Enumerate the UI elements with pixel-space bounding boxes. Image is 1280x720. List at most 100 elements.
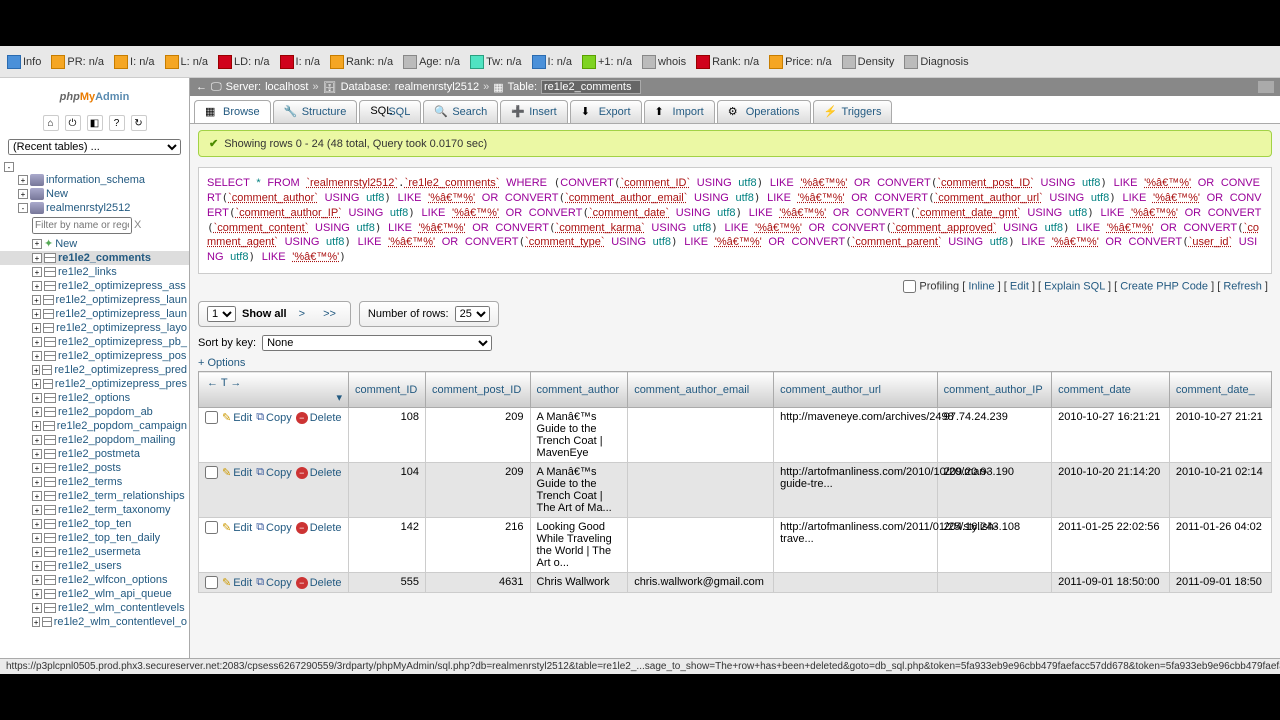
tab-operations[interactable]: ⚙Operations <box>717 100 811 123</box>
seo-item[interactable]: Rank: n/a <box>327 54 396 70</box>
row-layout-toggle[interactable]: ← T → <box>205 375 342 391</box>
action-column-header[interactable]: ← T →▾ <box>199 372 349 408</box>
expander-icon[interactable]: + <box>32 575 42 585</box>
tab-export[interactable]: ⬇Export <box>570 100 642 123</box>
expander-icon[interactable]: + <box>32 589 42 599</box>
sql-query-icon[interactable]: ◧ <box>87 115 103 131</box>
delete-row-button[interactable]: −Delete <box>296 522 342 534</box>
tree-table[interactable]: +re1le2_popdom_mailing <box>0 433 189 447</box>
docs-icon[interactable]: ? <box>109 115 125 131</box>
tree-item-label[interactable]: re1le2_optimizepress_ass <box>58 280 186 292</box>
profiling-checkbox[interactable] <box>903 280 916 293</box>
tree-item-label[interactable]: re1le2_top_ten <box>58 518 131 530</box>
tree-table[interactable]: +re1le2_terms <box>0 475 189 489</box>
tree-item-label[interactable]: re1le2_term_relationships <box>58 490 185 502</box>
refresh-link[interactable]: Refresh <box>1223 280 1262 292</box>
tree-item-label[interactable]: re1le2_users <box>58 560 122 572</box>
tab-search[interactable]: 🔍Search <box>423 100 498 123</box>
tree-item-label[interactable]: re1le2_wlm_contentlevels <box>58 602 185 614</box>
seo-item[interactable]: I: n/a <box>529 54 575 70</box>
seo-item[interactable]: Rank: n/a <box>693 54 762 70</box>
tree-item-label[interactable]: re1le2_optimizepress_layo <box>56 322 187 334</box>
seo-item[interactable]: L: n/a <box>162 54 212 70</box>
tree-item-label[interactable]: re1le2_posts <box>58 462 121 474</box>
tree-table[interactable]: +re1le2_optimizepress_pos <box>0 349 189 363</box>
row-checkbox[interactable] <box>205 466 218 479</box>
row-checkbox[interactable] <box>205 521 218 534</box>
tree-table[interactable]: + re1le2_popdom_campaign <box>0 419 189 433</box>
tree-item-label[interactable]: New <box>55 238 77 250</box>
tree-table[interactable]: +re1le2_usermeta <box>0 545 189 559</box>
tree-table[interactable]: +re1le2_links <box>0 265 189 279</box>
expander-icon[interactable]: + <box>32 309 41 319</box>
edit-row-button[interactable]: ✎Edit <box>222 411 252 424</box>
create-php-link[interactable]: Create PHP Code <box>1120 280 1208 292</box>
column-header[interactable]: comment_post_ID <box>426 372 531 408</box>
recent-tables-select[interactable]: (Recent tables) ... <box>8 139 181 155</box>
expander-icon[interactable]: + <box>32 505 42 515</box>
tree-table[interactable]: +re1le2_wlm_contentlevels <box>0 601 189 615</box>
inline-link[interactable]: Inline <box>968 280 994 292</box>
expander-icon[interactable]: + <box>32 337 42 347</box>
tree-item-label[interactable]: re1le2_optimizepress_laun <box>56 294 187 306</box>
expander-icon[interactable]: + <box>32 393 42 403</box>
options-toggle[interactable]: + Options <box>198 357 1272 369</box>
collapse-nav-icon[interactable]: ← <box>196 81 207 93</box>
expander-icon[interactable]: + <box>32 253 42 263</box>
edit-row-button[interactable]: ✎Edit <box>222 576 252 589</box>
row-checkbox[interactable] <box>205 576 218 589</box>
column-header[interactable]: comment_ID <box>349 372 426 408</box>
expander-icon[interactable]: + <box>32 379 41 389</box>
expander-icon[interactable]: - <box>4 162 14 172</box>
tree-item-label[interactable]: re1le2_popdom_mailing <box>58 434 175 446</box>
edit-row-button[interactable]: ✎Edit <box>222 466 252 479</box>
tree-database[interactable]: +information_schema <box>0 173 189 187</box>
tree-table[interactable]: +re1le2_optimizepress_laun <box>0 307 189 321</box>
seo-item[interactable]: Diagnosis <box>901 54 971 70</box>
breadcrumb-table-input[interactable] <box>541 80 641 94</box>
seo-item[interactable]: +1: n/a <box>579 54 635 70</box>
tree-table[interactable]: +re1le2_optimizepress_pred <box>0 363 189 377</box>
delete-row-button[interactable]: −Delete <box>296 577 342 589</box>
seo-item[interactable]: Info <box>4 54 44 70</box>
expander-icon[interactable]: - <box>18 203 28 213</box>
tab-insert[interactable]: ➕Insert <box>500 100 568 123</box>
rows-select[interactable]: 25 <box>455 306 490 322</box>
expander-icon[interactable]: + <box>32 519 42 529</box>
tab-browse[interactable]: ▦Browse <box>194 100 271 123</box>
tree-item-label[interactable]: re1le2_popdom_campaign <box>57 420 187 432</box>
tree-item-label[interactable]: re1le2_optimizepress_pred <box>54 364 187 376</box>
copy-row-button[interactable]: ⧉Copy <box>256 466 292 479</box>
tree-table[interactable]: +re1le2_optimizepress_laun <box>0 293 189 307</box>
edit-sql-link[interactable]: Edit <box>1010 280 1029 292</box>
expander-icon[interactable]: + <box>18 175 28 185</box>
expander-icon[interactable]: + <box>32 239 42 249</box>
expander-icon[interactable]: + <box>32 323 41 333</box>
tree-table[interactable]: + re1le2_postmeta <box>0 447 189 461</box>
tree-item-label[interactable]: re1le2_optimizepress_pres <box>55 378 187 390</box>
expander-icon[interactable]: + <box>32 617 40 627</box>
tree-item-label[interactable]: re1le2_terms <box>58 476 122 488</box>
tree-table[interactable]: +re1le2_wlm_contentlevel_o <box>0 615 189 629</box>
row-checkbox[interactable] <box>205 411 218 424</box>
delete-row-button[interactable]: −Delete <box>296 467 342 479</box>
tree-table[interactable]: - <box>0 161 189 173</box>
minimize-icon[interactable] <box>1258 81 1274 93</box>
tree-item-label[interactable]: realmenrstyl2512 <box>46 202 130 214</box>
expander-icon[interactable]: + <box>32 351 42 361</box>
tree-item-label[interactable]: re1le2_top_ten_daily <box>58 532 160 544</box>
tree-item-label[interactable]: re1le2_term_taxonomy <box>58 504 171 516</box>
tree-database[interactable]: +New <box>0 187 189 201</box>
seo-item[interactable]: Age: n/a <box>400 54 463 70</box>
tree-database[interactable]: - realmenrstyl2512 <box>0 201 189 215</box>
expander-icon[interactable]: + <box>32 421 41 431</box>
expander-icon[interactable]: + <box>32 561 42 571</box>
tree-item-label[interactable]: re1le2_postmeta <box>58 448 140 460</box>
expander-icon[interactable]: + <box>32 449 42 459</box>
copy-row-button[interactable]: ⧉Copy <box>256 521 292 534</box>
expander-icon[interactable]: + <box>32 547 42 557</box>
chevron-down-icon[interactable]: ▾ <box>336 391 342 404</box>
tree-item-label[interactable]: re1le2_wlm_api_queue <box>58 588 172 600</box>
tree-table[interactable]: +re1le2_optimizepress_ass <box>0 279 189 293</box>
seo-item[interactable]: PR: n/a <box>48 54 107 70</box>
